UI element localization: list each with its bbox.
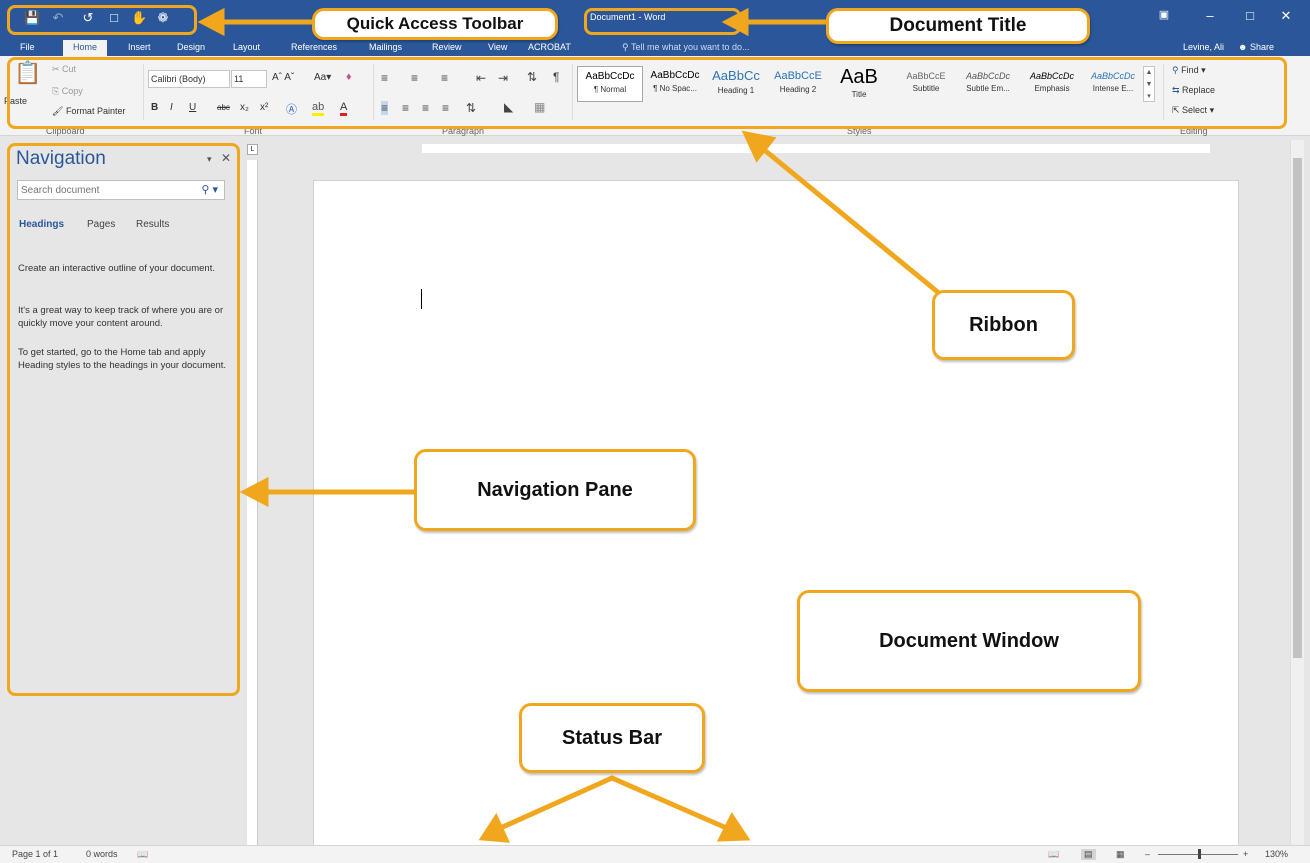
callout-ribbon: Ribbon bbox=[932, 290, 1075, 360]
ribbon-arrow bbox=[759, 145, 948, 301]
callout-document-title: Document Title bbox=[826, 8, 1090, 44]
status-arrowhead-right bbox=[716, 812, 751, 842]
callout-document-window: Document Window bbox=[797, 590, 1141, 692]
nav-arrowhead bbox=[239, 476, 269, 508]
status-arrow-left bbox=[493, 775, 615, 833]
qat-arrowhead bbox=[197, 7, 225, 37]
callout-navigation-pane: Navigation Pane bbox=[414, 449, 696, 531]
status-arrow-right bbox=[609, 775, 734, 833]
status-arrowhead-left bbox=[478, 812, 511, 843]
title-arrowhead bbox=[721, 7, 749, 37]
word-window: 💾 ↶ ↺ □ ✋ ❁ Document1 - Word ▣ – □ ✕ Fil… bbox=[0, 0, 1310, 863]
callout-status-bar: Status Bar bbox=[519, 703, 705, 773]
callout-quick-access-toolbar: Quick Access Toolbar bbox=[312, 8, 558, 40]
